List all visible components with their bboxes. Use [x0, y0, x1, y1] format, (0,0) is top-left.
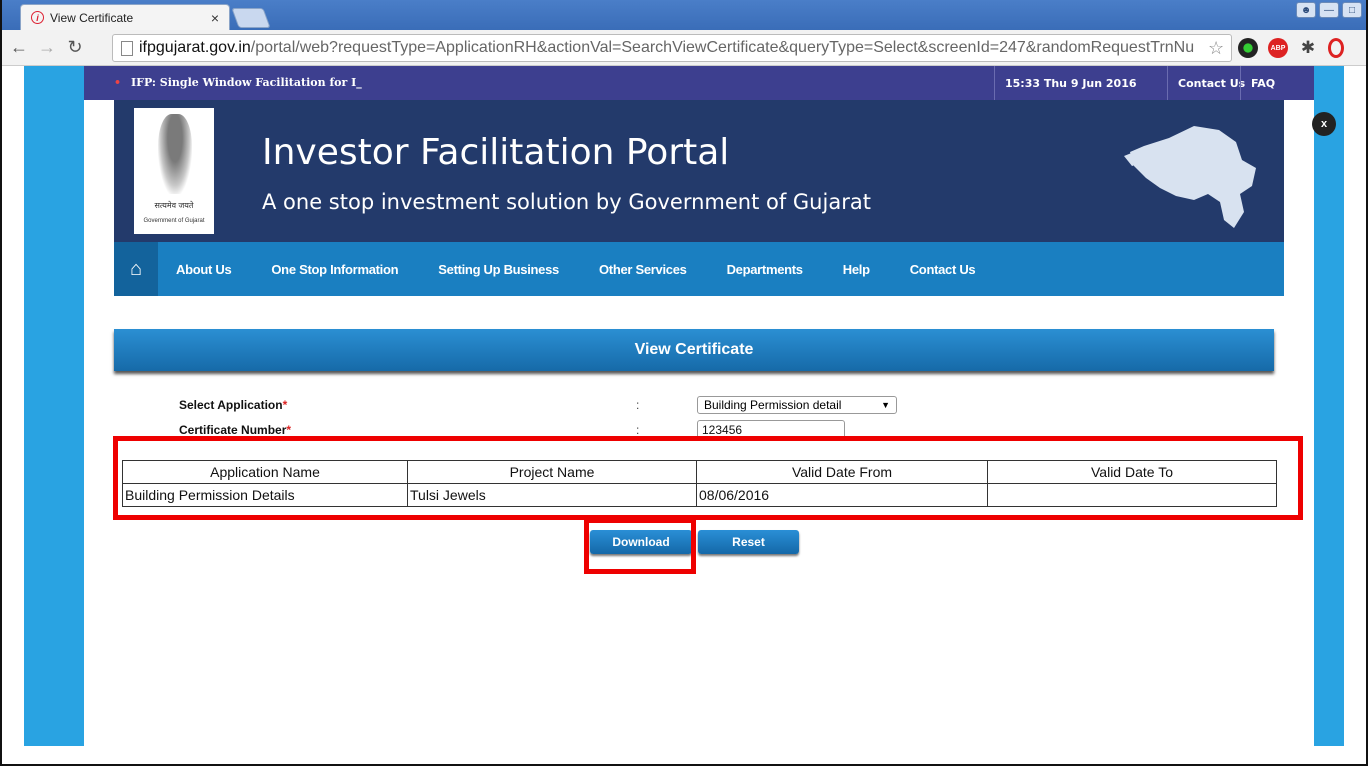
cell-valid-date-from: 08/06/2016 — [696, 483, 988, 507]
colon-separator: : — [636, 398, 640, 412]
required-mark: * — [282, 398, 288, 412]
home-icon[interactable]: ⌂ — [114, 242, 158, 296]
forward-icon[interactable]: → — [36, 37, 58, 58]
tab-title: View Certificate — [50, 10, 134, 25]
window-controls: ☻ — □ — [1296, 2, 1362, 18]
puzzle-icon[interactable]: ✱ — [1298, 38, 1318, 58]
new-tab-button[interactable] — [231, 8, 271, 28]
user-icon[interactable]: ☻ — [1296, 2, 1316, 18]
favicon-icon: i — [31, 11, 44, 24]
close-overlay-icon[interactable]: x — [1312, 112, 1336, 136]
view-certificate-heading: View Certificate — [114, 329, 1274, 371]
ticker-text: IFP: Single Window Facilitation for I_ — [114, 76, 362, 89]
cell-application-name: Building Permission Details — [122, 483, 408, 507]
main-nav: ⌂ About Us One Stop Information Setting … — [114, 242, 1284, 296]
application-select[interactable]: Building Permission detail ▼ — [697, 396, 897, 414]
required-mark: * — [286, 423, 292, 437]
colon-separator: : — [636, 423, 640, 437]
minimize-icon[interactable]: — — [1319, 2, 1339, 18]
nav-other-services[interactable]: Other Services — [599, 262, 687, 277]
col-project-name: Project Name — [407, 460, 697, 484]
emblem-caption: Government of Gujarat — [143, 218, 205, 224]
top-info-strip: IFP: Single Window Facilitation for I_ 1… — [84, 66, 1314, 100]
cell-valid-date-to — [987, 483, 1277, 507]
application-select-value: Building Permission detail — [704, 398, 842, 412]
portal-title: Investor Facilitation Portal — [262, 132, 730, 173]
certificate-table: Application Name Project Name Valid Date… — [122, 460, 1277, 507]
opera-icon[interactable] — [1328, 38, 1344, 58]
select-application-label: Select Application* — [179, 398, 288, 412]
tab-close-icon[interactable]: × — [211, 10, 219, 26]
table-header-row: Application Name Project Name Valid Date… — [122, 460, 1277, 484]
extension-icon[interactable] — [1238, 38, 1258, 58]
gujarat-map-icon — [1124, 126, 1256, 228]
col-valid-date-to: Valid Date To — [987, 460, 1277, 484]
portal-banner: सत्यमेव जयते Government of Gujarat Inves… — [114, 100, 1284, 242]
address-bar[interactable]: ifpgujarat.gov.in/portal/web?requestType… — [112, 34, 1232, 62]
adblock-icon[interactable]: ABP — [1268, 38, 1288, 58]
reload-icon[interactable]: ↻ — [64, 37, 86, 58]
maximize-icon[interactable]: □ — [1342, 2, 1362, 18]
portal-subtitle: A one stop investment solution by Govern… — [262, 190, 871, 214]
page-background: IFP: Single Window Facilitation for I_ 1… — [24, 66, 1344, 746]
browser-window: i View Certificate × ☻ — □ ← → ↻ ifpguja… — [0, 0, 1368, 766]
back-icon[interactable]: ← — [8, 37, 30, 58]
download-button[interactable]: Download — [590, 530, 692, 554]
browser-toolbar: ← → ↻ ifpgujarat.gov.in/portal/web?reque… — [2, 30, 1366, 66]
lion-capital-icon — [158, 114, 192, 194]
col-application-name: Application Name — [122, 460, 408, 484]
page-content: IFP: Single Window Facilitation for I_ 1… — [84, 66, 1314, 746]
nav-setting-up-business[interactable]: Setting Up Business — [438, 262, 559, 277]
col-valid-date-from: Valid Date From — [696, 460, 988, 484]
state-emblem-logo: सत्यमेव जयते Government of Gujarat — [134, 108, 214, 234]
url-host: ifpgujarat.gov.in — [139, 39, 251, 56]
table-row[interactable]: Building Permission Details Tulsi Jewels… — [122, 483, 1277, 507]
bookmark-star-icon[interactable]: ☆ — [1208, 38, 1224, 59]
cell-project-name: Tulsi Jewels — [407, 483, 697, 507]
nav-help[interactable]: Help — [843, 262, 870, 277]
reset-button[interactable]: Reset — [698, 530, 799, 554]
faq-link[interactable]: FAQ — [1240, 66, 1285, 100]
page-icon — [121, 40, 133, 56]
dropdown-arrow-icon: ▼ — [881, 400, 890, 410]
certificate-number-input[interactable]: 123456 — [697, 420, 845, 440]
emblem-motto: सत्यमेव जयते — [154, 201, 194, 210]
url-path: /portal/web?requestType=ApplicationRH&ac… — [250, 39, 1195, 56]
nav-contact-us[interactable]: Contact Us — [910, 262, 976, 277]
nav-departments[interactable]: Departments — [727, 262, 803, 277]
browser-tab[interactable]: i View Certificate × — [20, 4, 230, 30]
nav-about-us[interactable]: About Us — [176, 262, 232, 277]
certificate-number-label: Certificate Number* — [179, 423, 292, 437]
tab-bar: i View Certificate × ☻ — □ — [2, 0, 1366, 30]
nav-one-stop-information[interactable]: One Stop Information — [271, 262, 398, 277]
datetime-display: 15:33 Thu 9 Jun 2016 — [994, 66, 1167, 100]
